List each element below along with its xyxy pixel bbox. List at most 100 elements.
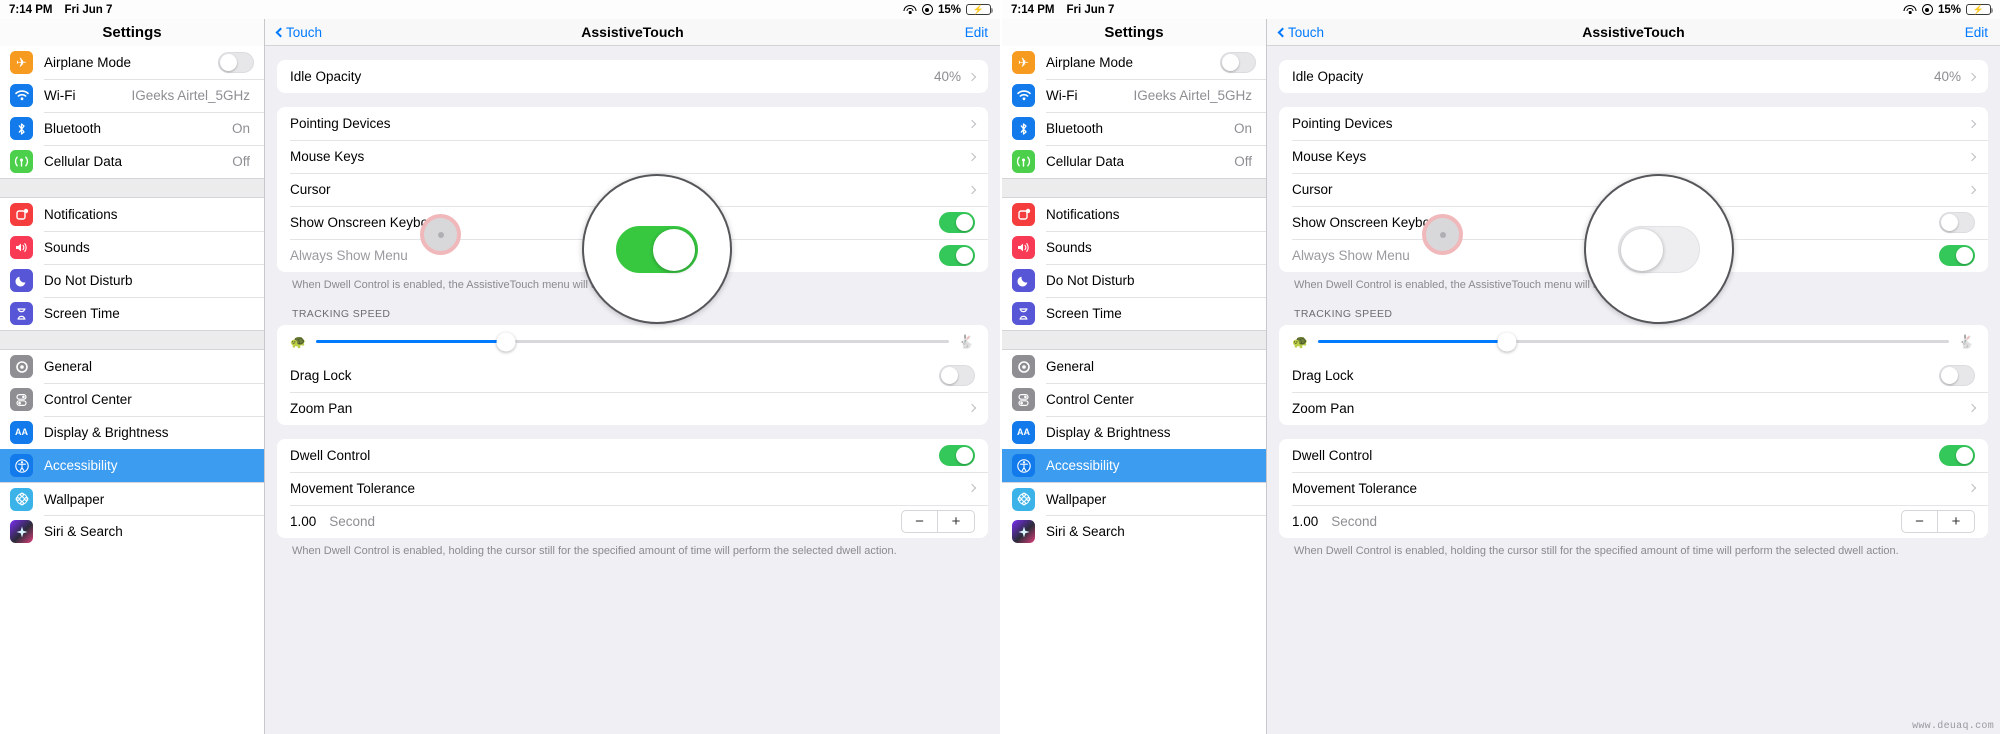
magnified-toggle[interactable]: [1618, 225, 1700, 273]
back-button[interactable]: Touch: [275, 25, 322, 40]
dwell-seconds-stepper[interactable]: − +: [1901, 509, 1975, 533]
chevron-right-icon: [1967, 119, 1977, 128]
sidebar-item-bluetooth[interactable]: Bluetooth On: [0, 112, 264, 145]
page-title: Settings: [1002, 19, 1266, 46]
stepper-minus-button[interactable]: −: [901, 509, 938, 533]
row-movement-tolerance[interactable]: Movement Tolerance: [1279, 471, 1988, 505]
navigation-bar: Touch AssistiveTouch Edit: [265, 19, 1000, 46]
sidebar-scroll[interactable]: ✈ Airplane Mode Wi-Fi IGeeks Airtel_5GHz: [0, 46, 264, 734]
sidebar-item-control-center[interactable]: Control Center: [0, 383, 264, 416]
sidebar-item-label: Siri & Search: [1046, 524, 1125, 539]
sidebar-item-screen-time[interactable]: Screen Time: [0, 297, 264, 330]
row-drag-lock[interactable]: Drag Lock: [1279, 359, 1988, 392]
sidebar-item-notifications[interactable]: Notifications: [1002, 198, 1266, 231]
row-drag-lock[interactable]: Drag Lock: [277, 359, 988, 392]
tracking-speed-slider[interactable]: [316, 332, 949, 352]
sidebar-item-airplane-mode[interactable]: ✈ Airplane Mode: [0, 46, 264, 79]
chevron-right-icon: [967, 152, 977, 161]
sidebar-item-wallpaper[interactable]: Wallpaper: [0, 482, 264, 515]
stepper-plus-button[interactable]: +: [938, 509, 975, 533]
screenshot-canvas: 7:14 PM Fri Jun 7 15% ⚡ Settings ✈ Airpl…: [0, 0, 2000, 734]
hare-icon: 🐇: [1958, 333, 1975, 349]
sidebar-item-sounds[interactable]: Sounds: [0, 231, 264, 264]
drag-lock-toggle[interactable]: [1939, 364, 1975, 386]
sidebar-item-cellular-data[interactable]: Cellular Data Off: [1002, 145, 1266, 178]
chevron-right-icon: [1967, 404, 1977, 413]
sidebar-item-airplane-mode[interactable]: ✈ Airplane Mode: [1002, 46, 1266, 79]
sidebar-item-label: Sounds: [44, 240, 90, 255]
location-icon: [1921, 4, 1933, 15]
sidebar-item-label: Accessibility: [44, 458, 118, 473]
sidebar-item-general[interactable]: General: [1002, 350, 1266, 383]
airplane-mode-toggle[interactable]: [218, 52, 254, 73]
tracking-speed-slider-row[interactable]: 🐢 🐇: [1279, 325, 1988, 359]
airplane-mode-toggle[interactable]: [1220, 52, 1256, 73]
cellular-icon: [1012, 150, 1035, 173]
sidebar-item-general[interactable]: General: [0, 350, 264, 383]
dwell-control-toggle[interactable]: [939, 444, 975, 466]
wifi-icon: [903, 4, 917, 15]
row-zoom-pan[interactable]: Zoom Pan: [277, 391, 988, 425]
row-dwell-seconds[interactable]: 1.00 Second − +: [277, 504, 988, 538]
row-mouse-keys[interactable]: Mouse Keys: [1279, 140, 1988, 173]
cellular-data-value: Off: [232, 154, 250, 169]
detail-scroll[interactable]: Idle Opacity 40% Pointing Devices Mouse …: [1267, 46, 2000, 734]
always-show-menu-toggle[interactable]: [1939, 245, 1975, 266]
row-idle-opacity[interactable]: Idle Opacity 40%: [277, 60, 988, 93]
row-zoom-pan[interactable]: Zoom Pan: [1279, 391, 1988, 425]
sidebar-scroll[interactable]: ✈ Airplane Mode Wi-Fi IGeeks Airtel_5GHz: [1002, 46, 1266, 734]
sidebar-item-notifications[interactable]: Notifications: [0, 198, 264, 231]
sidebar-item-label: Cellular Data: [44, 154, 123, 169]
assistivetouch-detail-pane: Touch AssistiveTouch Edit Idle Opacity 4…: [1267, 19, 2000, 734]
tracking-speed-slider-row[interactable]: 🐢 🐇: [277, 325, 988, 359]
sidebar-item-do-not-disturb[interactable]: Do Not Disturb: [0, 264, 264, 297]
show-onscreen-keyboard-toggle[interactable]: [1939, 212, 1975, 233]
dwell-control-toggle[interactable]: [1939, 444, 1975, 466]
sounds-icon: [1012, 236, 1035, 259]
page-title: Settings: [0, 19, 264, 46]
stepper-minus-button[interactable]: −: [1901, 509, 1938, 533]
sidebar-item-siri-search[interactable]: Siri & Search: [1002, 515, 1266, 548]
sidebar-item-do-not-disturb[interactable]: Do Not Disturb: [1002, 264, 1266, 297]
sidebar-item-control-center[interactable]: Control Center: [1002, 383, 1266, 416]
dwell-seconds-stepper[interactable]: − +: [901, 509, 975, 533]
row-label: Movement Tolerance: [290, 480, 416, 496]
row-pointing-devices[interactable]: Pointing Devices: [1279, 107, 1988, 140]
drag-lock-toggle[interactable]: [939, 364, 975, 386]
row-pointing-devices[interactable]: Pointing Devices: [277, 107, 988, 140]
sidebar-item-siri-search[interactable]: Siri & Search: [0, 515, 264, 548]
row-mouse-keys[interactable]: Mouse Keys: [277, 140, 988, 173]
row-dwell-seconds[interactable]: 1.00 Second − +: [1279, 504, 1988, 538]
wifi-icon: [10, 84, 33, 107]
always-show-menu-toggle[interactable]: [939, 245, 975, 266]
magnifier-toggle-off: [1584, 174, 1734, 324]
row-idle-opacity[interactable]: Idle Opacity 40%: [1279, 60, 1988, 93]
show-onscreen-keyboard-toggle[interactable]: [939, 212, 975, 233]
sidebar-item-wifi[interactable]: Wi-Fi IGeeks Airtel_5GHz: [1002, 79, 1266, 112]
sidebar-item-sounds[interactable]: Sounds: [1002, 231, 1266, 264]
sidebar-item-accessibility[interactable]: Accessibility: [0, 449, 264, 482]
sidebar-item-cellular-data[interactable]: Cellular Data Off: [0, 145, 264, 178]
sidebar-item-display-brightness[interactable]: AA Display & Brightness: [1002, 416, 1266, 449]
sidebar-item-wallpaper[interactable]: Wallpaper: [1002, 482, 1266, 515]
tracking-speed-slider[interactable]: [1318, 332, 1949, 352]
sidebar-item-wifi[interactable]: Wi-Fi IGeeks Airtel_5GHz: [0, 79, 264, 112]
sidebar-item-screen-time[interactable]: Screen Time: [1002, 297, 1266, 330]
sidebar-item-accessibility[interactable]: Accessibility: [1002, 449, 1266, 482]
magnifier-toggle-on: [582, 174, 732, 324]
sidebar-item-label: Screen Time: [44, 306, 120, 321]
edit-button[interactable]: Edit: [1965, 25, 1988, 40]
detail-scroll[interactable]: Idle Opacity 40% Pointing Devices Mouse …: [265, 46, 1000, 734]
magnified-toggle[interactable]: [616, 225, 698, 273]
sidebar-item-display-brightness[interactable]: AA Display & Brightness: [0, 416, 264, 449]
edit-button[interactable]: Edit: [965, 25, 988, 40]
row-dwell-control[interactable]: Dwell Control: [1279, 439, 1988, 472]
row-movement-tolerance[interactable]: Movement Tolerance: [277, 471, 988, 505]
back-button[interactable]: Touch: [1277, 25, 1324, 40]
tracking-speed-group: 🐢 🐇 Drag Lock Zoom Pan: [277, 324, 988, 425]
sidebar-item-label: Airplane Mode: [44, 55, 132, 70]
sidebar-item-bluetooth[interactable]: Bluetooth On: [1002, 112, 1266, 145]
status-bar-time: 7:14 PM: [9, 3, 53, 16]
row-dwell-control[interactable]: Dwell Control: [277, 439, 988, 472]
stepper-plus-button[interactable]: +: [1938, 509, 1975, 533]
